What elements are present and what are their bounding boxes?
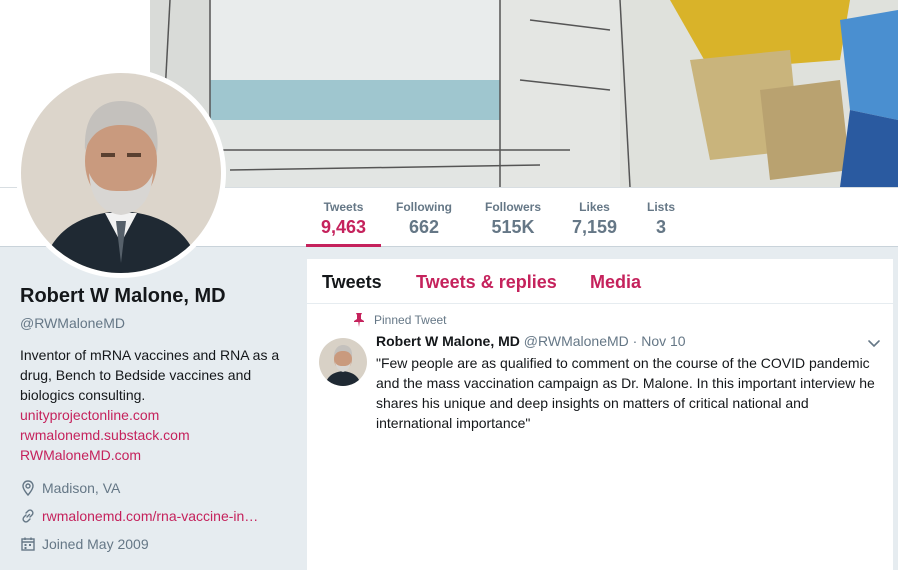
timeline-tabs: Tweets Tweets & replies Media: [307, 259, 893, 304]
website-link[interactable]: rwmalonemd.com/rna-vaccine-in…: [42, 508, 258, 524]
stat-likes[interactable]: Likes 7,159: [567, 188, 622, 247]
stat-value: 515K: [491, 217, 535, 237]
banner-image: [150, 0, 898, 187]
stat-following[interactable]: Following 662: [390, 188, 458, 247]
stat-label: Following: [396, 200, 452, 214]
tweet-author-name[interactable]: Robert W Malone, MD: [376, 333, 520, 349]
bio-link[interactable]: RWMaloneMD.com: [20, 445, 295, 465]
profile-joined: Joined May 2009: [20, 534, 300, 554]
tweet-avatar-photo: [319, 338, 367, 386]
stat-followers[interactable]: Followers 515K: [477, 188, 549, 247]
stat-label: Lists: [646, 200, 675, 214]
calendar-icon: [21, 537, 35, 551]
joined-text: Joined May 2009: [42, 536, 149, 552]
profile-handle[interactable]: @RWMaloneMD: [20, 315, 300, 331]
pinned-label: Pinned Tweet: [374, 313, 447, 327]
avatar-photo: [21, 73, 221, 273]
tweet-header: Robert W Malone, MD @RWMaloneMD · Nov 10: [376, 333, 686, 349]
tweet-date[interactable]: Nov 10: [641, 333, 685, 349]
bio-link[interactable]: unityprojectonline.com: [20, 405, 295, 425]
profile-location: Madison, VA: [20, 478, 300, 498]
profile-bio: Inventor of mRNA vaccines and RNA as a d…: [20, 345, 295, 465]
tab-tweets-replies[interactable]: Tweets & replies: [416, 272, 557, 293]
pinned-indicator: Pinned Tweet: [353, 313, 447, 327]
stat-label: Followers: [484, 200, 541, 214]
profile-avatar[interactable]: [16, 68, 226, 278]
stat-label: Likes: [579, 200, 610, 214]
stat-value: 662: [408, 217, 440, 237]
link-icon: [22, 509, 34, 523]
bio-link[interactable]: rwmalonemd.substack.com: [20, 425, 295, 445]
stat-value: 9,463: [320, 217, 367, 237]
pin-icon: [354, 313, 364, 327]
bio-text: Inventor of mRNA vaccines and RNA as a d…: [20, 347, 280, 403]
tab-media[interactable]: Media: [590, 272, 641, 293]
profile-name[interactable]: Robert W Malone, MD: [20, 285, 300, 308]
timeline: Tweets Tweets & replies Media Pinned Twe…: [307, 259, 893, 570]
location-text: Madison, VA: [42, 480, 121, 496]
stat-value: 3: [655, 217, 666, 237]
profile-website: rwmalonemd.com/rna-vaccine-in…: [20, 506, 300, 526]
tweet-separator: ·: [632, 333, 638, 349]
tweet-author-handle[interactable]: @RWMaloneMD: [524, 333, 629, 349]
stat-value: 7,159: [571, 217, 618, 237]
chevron-down-icon[interactable]: [867, 336, 881, 350]
profile-card: Robert W Malone, MD @RWMaloneMD Inventor…: [20, 285, 300, 554]
map-pin-icon: [22, 480, 34, 496]
tweet-avatar[interactable]: [319, 338, 367, 386]
tab-tweets[interactable]: Tweets: [322, 272, 382, 293]
stat-label: Tweets: [323, 200, 364, 214]
tweet-text: "Few people are as qualified to comment …: [376, 355, 875, 431]
stat-lists[interactable]: Lists 3: [642, 188, 680, 247]
stat-tweets[interactable]: Tweets 9,463: [306, 188, 381, 247]
